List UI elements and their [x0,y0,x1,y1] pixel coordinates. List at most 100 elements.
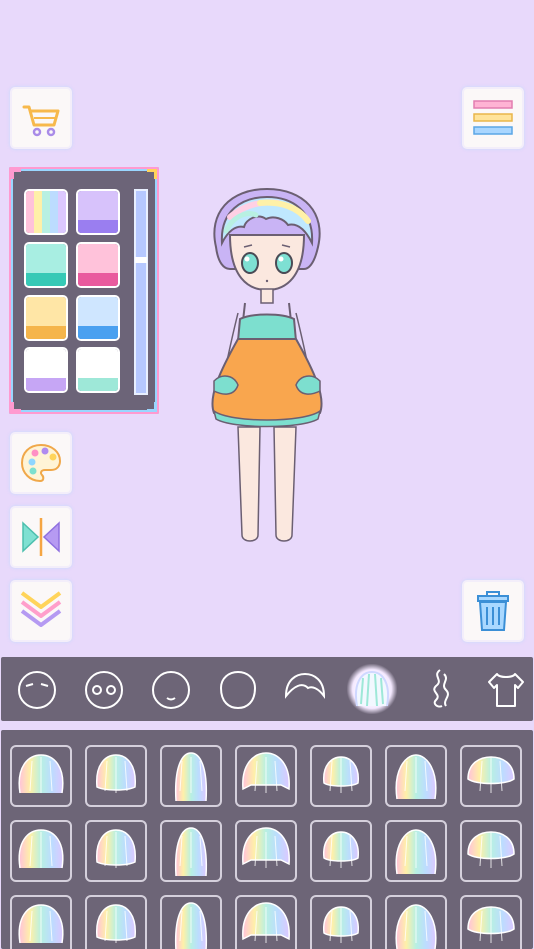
flip-button[interactable] [12,508,70,566]
category-face-tab[interactable] [213,664,263,714]
swatch-light [26,244,66,274]
hair-style-item[interactable] [460,895,522,949]
hair-style-preview [323,906,359,943]
swatch-dark [78,220,118,233]
chevron-down-icon [20,591,62,627]
category-bangs-tab[interactable] [280,664,330,714]
eyebrows-face-icon [18,671,56,709]
menu-button[interactable] [464,89,522,147]
hair-style-item[interactable] [160,745,222,807]
hair-style-item[interactable] [10,895,72,949]
hair-style-item[interactable] [160,820,222,882]
hair-style-item[interactable] [235,820,297,882]
delete-button[interactable] [464,582,522,640]
shopping-cart-icon [22,105,60,137]
shirt-icon [488,673,524,707]
category-bar [1,657,533,721]
palette-icon [20,443,62,483]
swatch-light [26,349,66,379]
brightness-slider[interactable] [134,189,148,395]
ponytail-icon [433,669,449,708]
color-swatch[interactable] [78,349,118,391]
hair-style-preview [18,904,64,944]
swatch-dark [26,273,66,286]
swatch-dark [26,326,66,339]
category-eyes-tab[interactable] [79,664,129,714]
palette-button[interactable] [12,434,70,492]
hair-style-preview [395,754,437,800]
hair-style-preview [467,906,515,943]
hair-style-preview [96,754,136,793]
mirror-flip-icon [22,518,60,556]
category-clothes-tab[interactable] [481,664,531,714]
color-swatch-rainbow[interactable] [26,191,66,233]
hair-style-preview [323,756,359,793]
hair-style-preview [18,829,64,869]
rainbow-swatch-graphic [26,191,66,233]
hair-style-item[interactable] [460,745,522,807]
bangs-icon [284,672,326,700]
swatch-light [26,297,66,327]
hair-style-preview [467,831,515,868]
hair-style-preview [174,827,208,877]
hair-style-preview [395,829,437,875]
hair-style-item[interactable] [10,745,72,807]
hair-style-preview [242,902,290,943]
hair-style-item[interactable] [235,895,297,949]
hair-style-item[interactable] [310,895,372,949]
hair-style-item[interactable] [85,820,147,882]
hair-style-item[interactable] [160,895,222,949]
swatch-light [78,349,118,379]
hair-style-preview [96,829,136,868]
hair-icon [355,670,389,707]
swatch-dark [78,326,118,339]
hair-style-item[interactable] [10,820,72,882]
hair-style-item[interactable] [235,745,297,807]
color-swatch[interactable] [26,244,66,286]
swatch-light [78,297,118,327]
hair-style-item[interactable] [85,895,147,949]
hair-style-item[interactable] [385,745,447,807]
category-mouth-tab[interactable] [146,664,196,714]
collapse-button[interactable] [12,582,70,640]
category-eyebrows-tab[interactable] [12,664,62,714]
corner-decoration [11,169,21,179]
color-swatch[interactable] [78,244,118,286]
corner-decoration [147,402,157,412]
swatch-dark [78,378,118,391]
trash-can-icon [477,591,509,631]
hair-style-item[interactable] [385,895,447,949]
color-swatch[interactable] [78,297,118,339]
hair-style-grid [1,730,533,949]
category-hair-tab[interactable] [347,664,397,714]
color-picker-panel [9,167,159,414]
hair-style-item[interactable] [385,820,447,882]
corner-decoration [11,402,21,412]
hair-style-preview [18,754,64,794]
hair-style-preview [467,756,515,793]
swatch-dark [26,378,66,391]
slider-thumb[interactable] [135,257,147,263]
face-shape-icon [219,670,257,710]
category-ponytail-tab[interactable] [414,664,464,714]
swatch-dark [78,273,118,286]
corner-decoration [147,169,157,179]
hair-style-preview [174,752,208,802]
color-swatch[interactable] [78,191,118,233]
color-swatch[interactable] [26,297,66,339]
mouth-face-icon [152,671,190,709]
hair-style-item[interactable] [460,820,522,882]
hair-style-preview [395,904,437,949]
hair-style-item[interactable] [310,820,372,882]
character-doll [211,187,323,542]
hair-style-preview [242,827,290,868]
color-swatch[interactable] [26,349,66,391]
hair-style-item[interactable] [85,745,147,807]
hair-style-item[interactable] [310,745,372,807]
hair-style-preview [174,902,208,949]
hair-style-preview [96,904,136,943]
shop-button[interactable] [12,89,70,147]
eyes-face-icon [85,671,123,709]
menu-icon [473,100,513,135]
swatch-light [78,244,118,274]
